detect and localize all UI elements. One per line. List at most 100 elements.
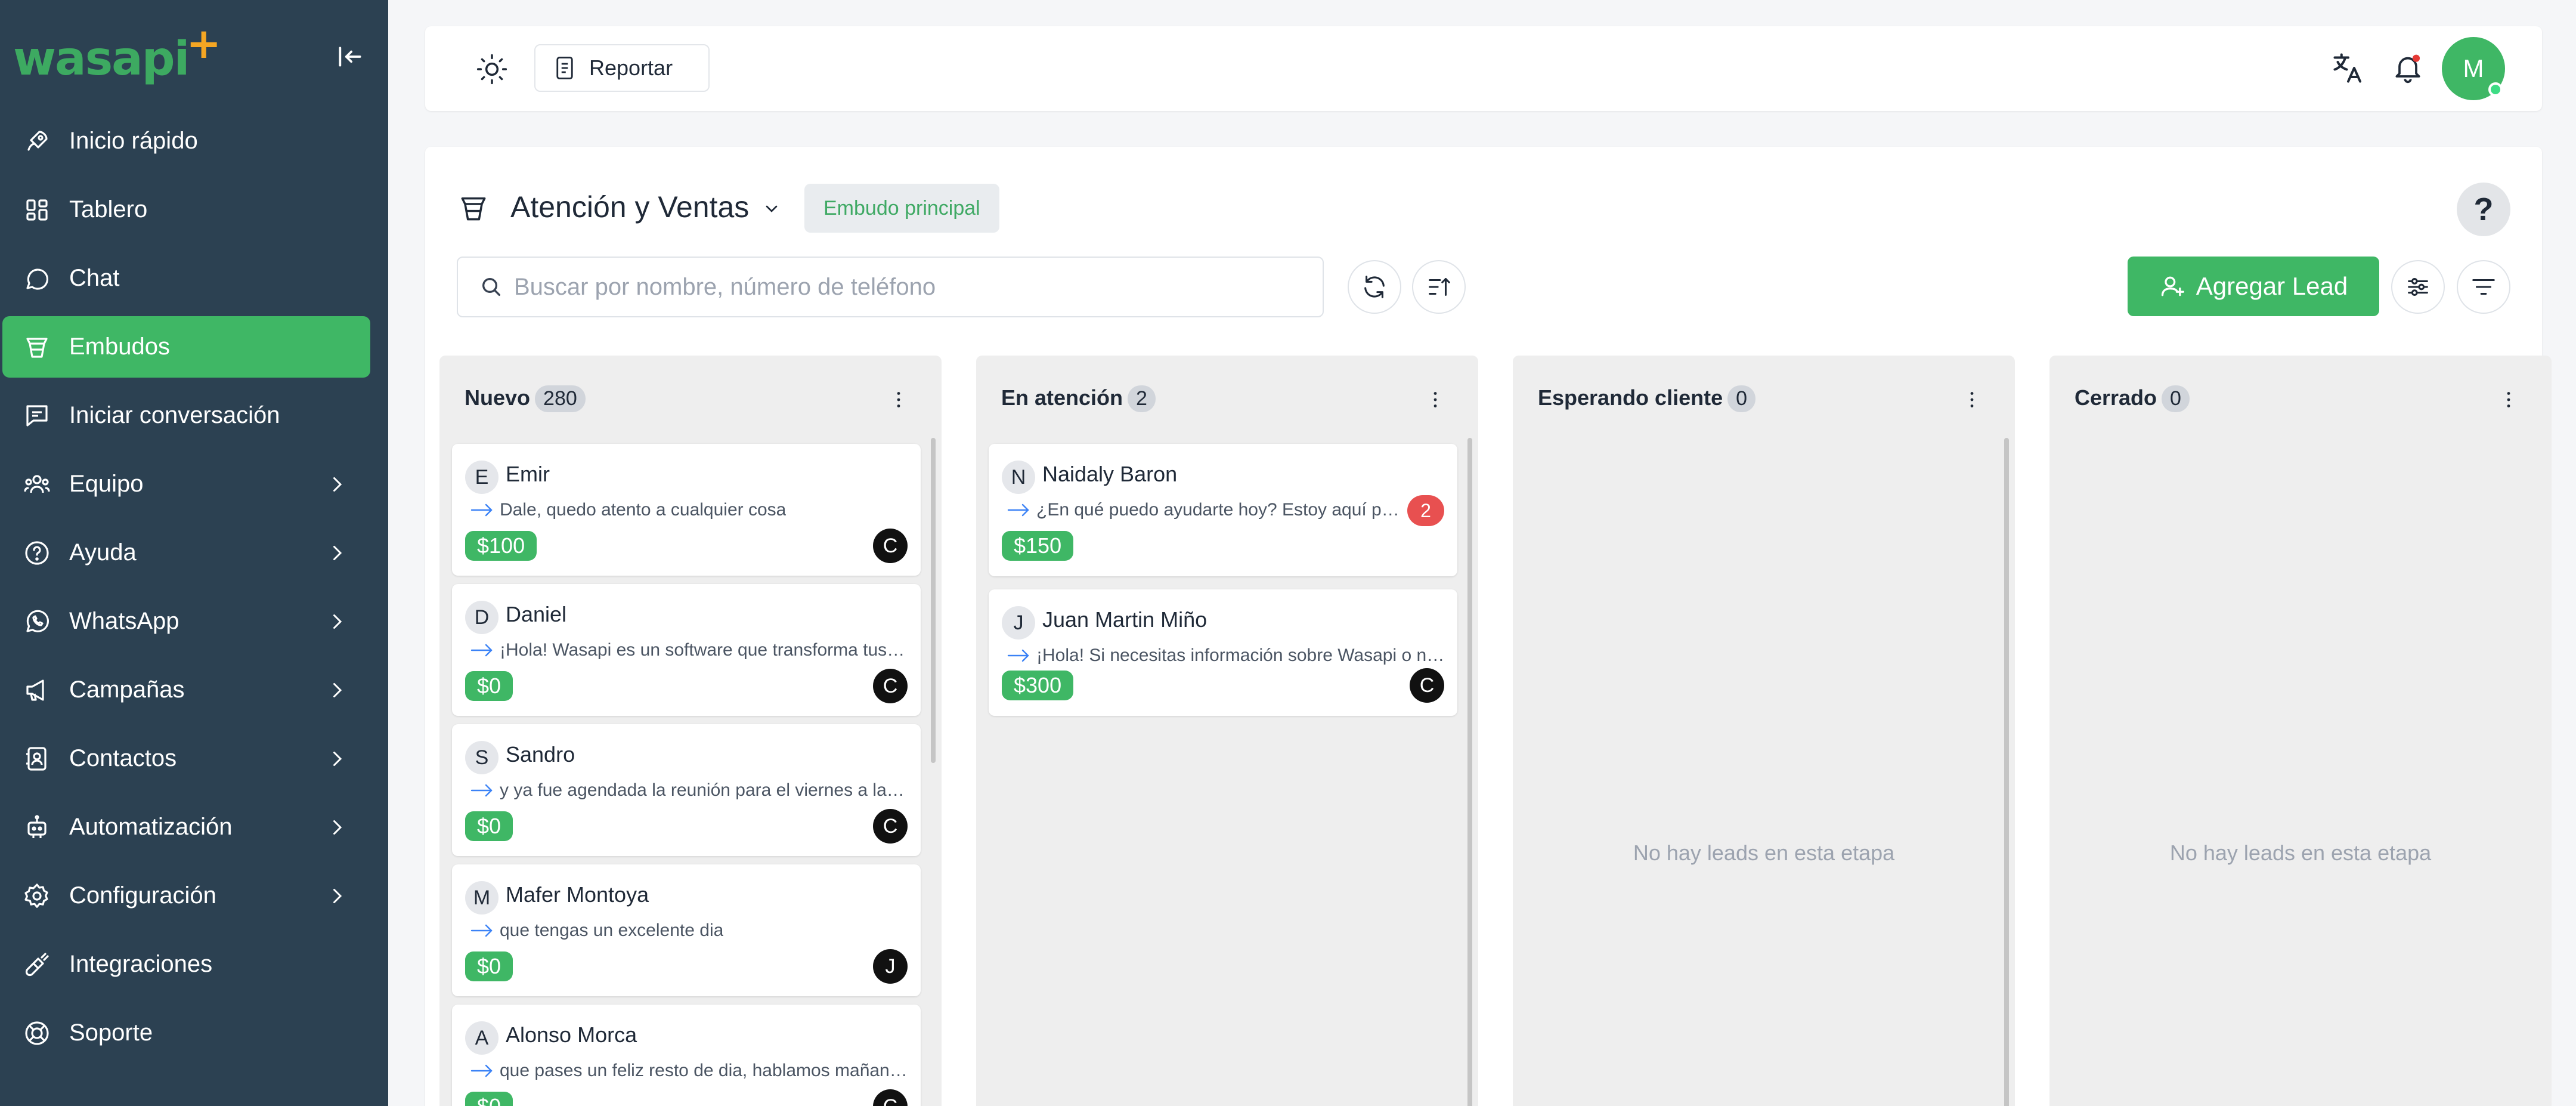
add-lead-button[interactable]: Agregar Lead (2128, 257, 2379, 316)
kebab-menu-icon[interactable] (2498, 388, 2519, 412)
arrow-right-icon (470, 1064, 493, 1077)
lead-card[interactable]: M Mafer Montoya que tengas un excelente … (452, 864, 921, 996)
arrow-right-icon (470, 644, 493, 657)
assigned-agent-avatar[interactable]: C (873, 669, 908, 703)
sort-button[interactable] (1412, 260, 1466, 314)
column-header: Esperando cliente 0 (1513, 356, 2015, 433)
lead-name: Naidaly Baron (1042, 462, 1178, 486)
empty-stage-text: No hay leads en esta etapa (2169, 841, 2432, 865)
sidebar-item-iniciar-conversacion[interactable]: Iniciar conversación (2, 385, 370, 446)
empty-stage-text: No hay leads en esta etapa (1633, 841, 1895, 865)
column-count-badge: 0 (1727, 385, 1756, 412)
collapse-sidebar-icon[interactable] (335, 42, 365, 72)
main-funnel-badge: Embudo principal (804, 184, 999, 233)
lead-name: Alonso Morca (506, 1022, 637, 1047)
assigned-agent-avatar[interactable]: C (873, 809, 908, 844)
sidebar-item-chat[interactable]: Chat (2, 248, 370, 309)
arrow-right-icon (1007, 649, 1029, 662)
document-icon (556, 57, 573, 79)
chat-bubble-icon (26, 268, 48, 290)
sidebar-item-embudos[interactable]: Embudos (2, 316, 370, 378)
funnel-title[interactable]: Atención y Ventas (510, 190, 749, 224)
filter-lines-icon (2472, 279, 2495, 295)
lead-card[interactable]: S Sandro y ya fue agendada la reunión pa… (452, 724, 921, 856)
chevron-right-icon (333, 477, 342, 492)
sidebar-item-label: Campañas (69, 676, 185, 703)
sidebar-item-tablero[interactable]: Tablero (2, 179, 370, 240)
lifebuoy-icon (25, 1021, 49, 1045)
user-avatar[interactable]: M (2442, 37, 2505, 100)
megaphone-icon (26, 679, 44, 701)
sidebar-item-ayuda[interactable]: Ayuda (2, 522, 370, 583)
kebab-menu-icon[interactable] (1961, 388, 1983, 412)
column-scrollbar[interactable] (2004, 438, 2009, 1106)
column-title: En atención 2 (1001, 385, 1156, 412)
sidebar-item-label: Iniciar conversación (69, 402, 280, 428)
sidebar-item-integraciones[interactable]: Integraciones (2, 934, 370, 995)
column-scrollbar[interactable] (1467, 438, 1472, 1106)
lead-card[interactable]: D Daniel ¡Hola! Wasapi es un software qu… (452, 584, 921, 716)
lead-name: Juan Martin Miño (1042, 607, 1208, 632)
sidebar-item-automatizacion[interactable]: Automatización (2, 796, 370, 858)
notifications-bell-icon[interactable] (2391, 51, 2425, 85)
refresh-button[interactable] (1348, 260, 1401, 314)
robot-icon (27, 814, 47, 838)
help-circle-icon (25, 540, 49, 565)
assigned-agent-avatar[interactable]: C (873, 529, 908, 563)
filter-lines-button[interactable] (2457, 260, 2510, 314)
lead-card[interactable]: E Emir Dale, quedo atento a cualquier co… (452, 444, 921, 576)
sidebar-item-label: Ayuda (69, 539, 137, 566)
kebab-menu-icon[interactable] (1425, 388, 1446, 412)
lead-price-badge: $300 (1002, 671, 1074, 700)
wasapi-logo[interactable]: wasapi + (13, 23, 221, 82)
column-scrollbar[interactable] (931, 438, 936, 763)
assigned-agent-avatar[interactable]: C (1410, 668, 1444, 703)
sidebar-item-soporte[interactable]: Soporte (2, 1002, 370, 1064)
lead-price-badge: $0 (465, 811, 513, 841)
help-button[interactable]: ? (2457, 183, 2510, 236)
sidebar-item-label: Configuración (69, 882, 216, 909)
column-title-text: En atención (1001, 385, 1123, 410)
refresh-icon (1364, 276, 1385, 298)
search-input[interactable] (514, 273, 1289, 301)
theme-toggle-sun-icon[interactable] (475, 52, 509, 86)
sidebar-item-configuracion[interactable]: Configuración (2, 865, 370, 926)
lead-initial-avatar: N (1002, 461, 1035, 494)
sidebar-item-equipo[interactable]: Equipo (2, 453, 370, 515)
chevron-right-icon (333, 820, 342, 835)
assigned-agent-avatar[interactable]: J (873, 949, 908, 984)
search-bar (457, 257, 1324, 317)
lead-message-text: ¡Hola! Si necesitas información sobre Wa… (1036, 645, 1445, 665)
column-title: Cerrado 0 (2075, 385, 2190, 412)
add-lead-label: Agregar Lead (2196, 272, 2348, 300)
column-cerrado: Cerrado 0 No hay leads en esta etapa (2049, 356, 2552, 1106)
column-nuevo: Nuevo 280 E Emir Dale, quedo atento a cua… (439, 356, 942, 1106)
report-button[interactable]: Reportar (534, 44, 710, 92)
column-title: Nuevo 280 (465, 385, 586, 412)
lead-card[interactable]: N Naidaly Baron ¿En qué puedo ayudarte h… (989, 444, 1457, 576)
lead-name: Mafer Montoya (506, 882, 649, 907)
sidebar-item-contactos[interactable]: Contactos (2, 728, 370, 789)
column-count-badge: 2 (1128, 385, 1156, 412)
filter-settings-button[interactable] (2391, 260, 2445, 314)
chevron-down-icon[interactable] (762, 199, 781, 218)
translate-icon[interactable] (2330, 50, 2366, 86)
arrow-right-icon (470, 924, 493, 937)
kebab-menu-icon[interactable] (888, 388, 909, 412)
funnel-icon (461, 197, 486, 221)
sidebar-item-inicio-rapido[interactable]: Inicio rápido (2, 110, 370, 172)
column-title-text: Cerrado (2075, 385, 2157, 410)
lead-last-message: y ya fue agendada la reunión para el vie… (470, 780, 909, 801)
unread-count-badge: 2 (1407, 495, 1444, 526)
sidebar-item-whatsapp[interactable]: WhatsApp (2, 591, 370, 652)
lead-last-message: ¡Hola! Si necesitas información sobre Wa… (1007, 645, 1445, 666)
lead-initial-avatar: A (465, 1021, 499, 1055)
lead-card[interactable]: A Alonso Morca que pases un feliz resto … (452, 1005, 921, 1106)
plug-icon (25, 952, 49, 976)
sidebar-item-label: Contactos (69, 745, 177, 771)
lead-card[interactable]: J Juan Martin Miño ¡Hola! Si necesitas i… (989, 589, 1457, 716)
lead-name: Emir (506, 462, 550, 486)
sidebar-item-campanas[interactable]: Campañas (2, 659, 370, 721)
arrow-right-icon (470, 784, 493, 797)
assigned-agent-avatar[interactable]: C (873, 1089, 908, 1106)
